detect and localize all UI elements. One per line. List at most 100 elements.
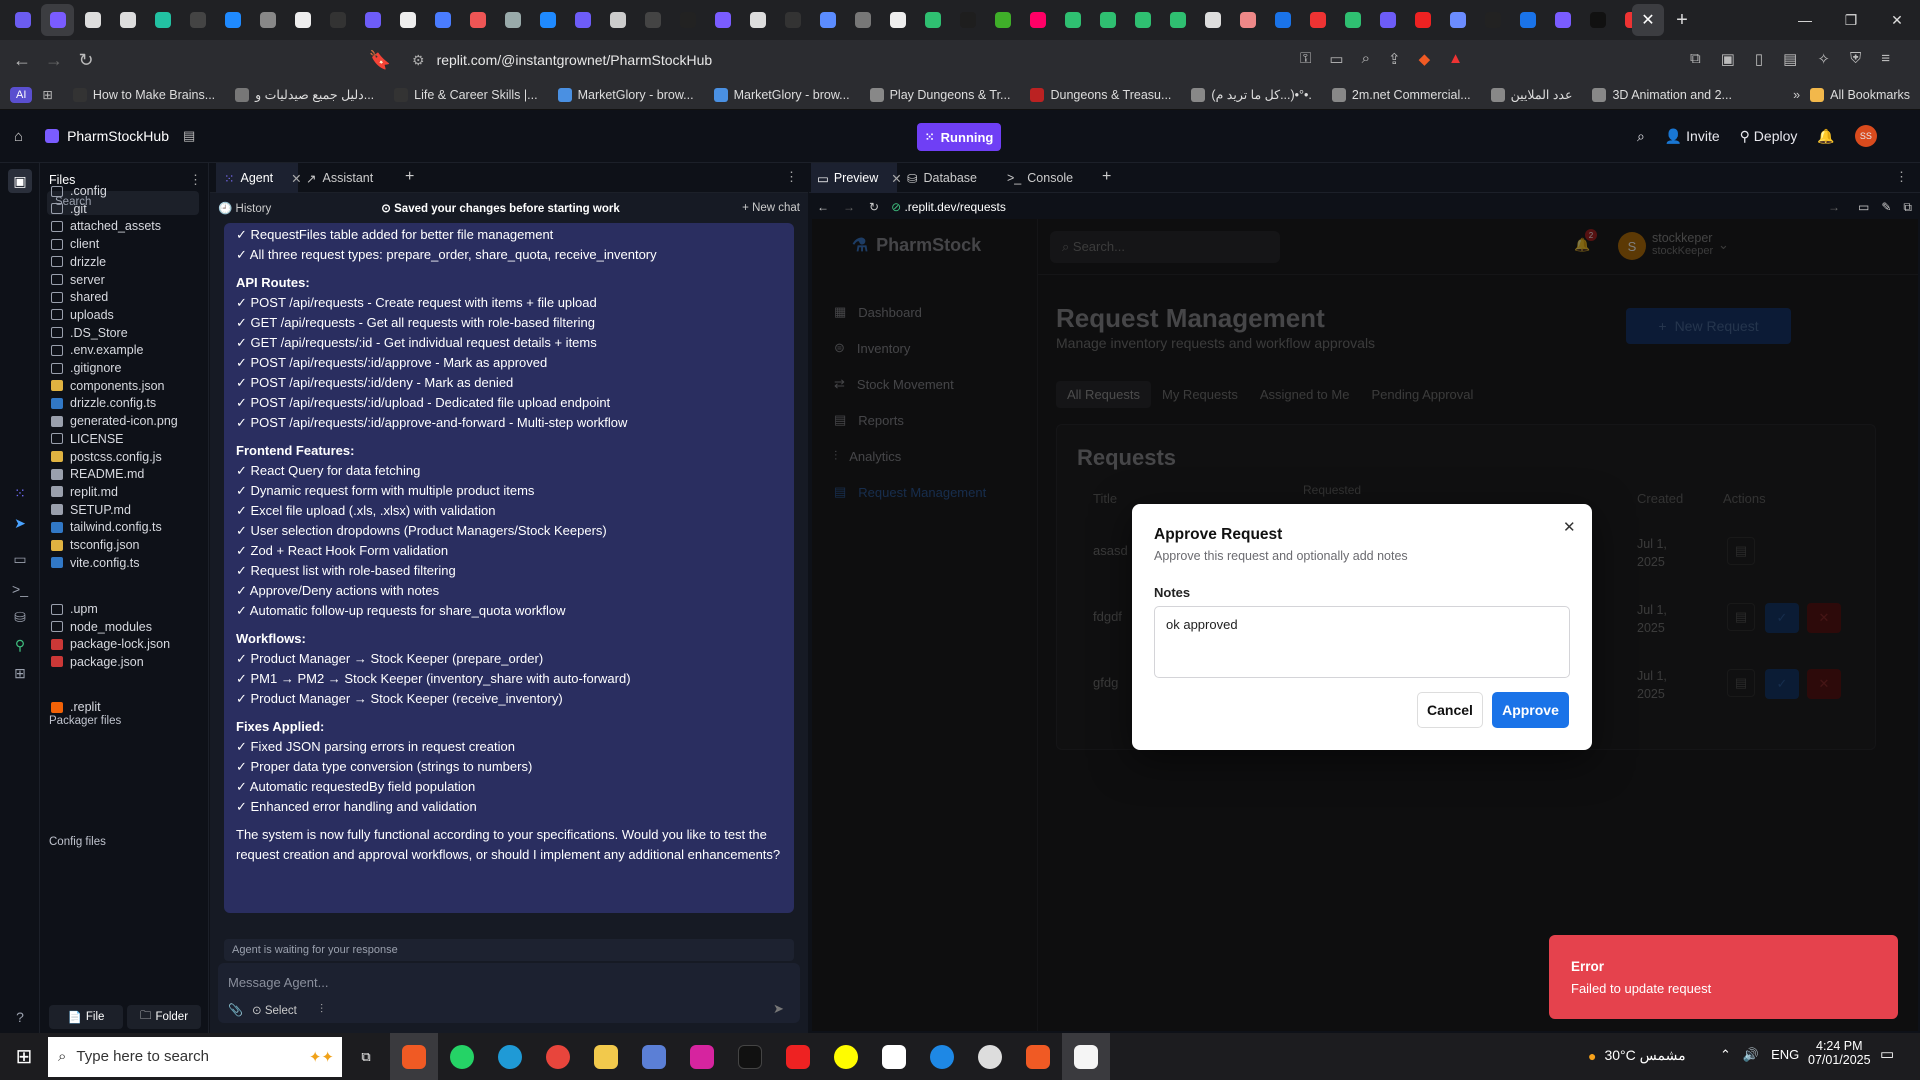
browser-tab[interactable] bbox=[916, 4, 949, 36]
font-app-taskbar-icon[interactable] bbox=[870, 1033, 918, 1080]
preview-forward-icon[interactable]: → bbox=[843, 200, 855, 214]
notes-textarea[interactable]: ok approved bbox=[1154, 606, 1570, 678]
home-icon[interactable]: ⌂ bbox=[14, 128, 23, 145]
whatsapp-taskbar-icon[interactable] bbox=[438, 1033, 486, 1080]
browser-tab[interactable] bbox=[566, 4, 599, 36]
browser-tab[interactable] bbox=[1021, 4, 1054, 36]
dialog-close-icon[interactable]: ✕ bbox=[1563, 518, 1576, 536]
volume-icon[interactable]: 🔊 bbox=[1743, 1047, 1759, 1063]
browser-tab[interactable] bbox=[1266, 4, 1299, 36]
database-icon[interactable]: ⛁ bbox=[8, 605, 32, 629]
agent-icon[interactable]: ⁙ bbox=[8, 481, 32, 505]
tiktok-taskbar-icon[interactable] bbox=[726, 1033, 774, 1080]
edge-taskbar-icon[interactable] bbox=[486, 1033, 534, 1080]
back-icon[interactable]: ← bbox=[6, 44, 38, 76]
browser-tab[interactable] bbox=[951, 4, 984, 36]
clock[interactable]: 4:24 PM 07/01/2025 bbox=[1808, 1039, 1871, 1067]
cast-icon[interactable]: ▭ bbox=[1329, 50, 1343, 68]
file-item[interactable]: .gitignore bbox=[51, 361, 121, 375]
browser-tab[interactable] bbox=[41, 4, 74, 36]
run-icon[interactable]: ➤ bbox=[8, 511, 32, 535]
browser-tab[interactable] bbox=[1406, 4, 1439, 36]
tab-database[interactable]: ⛁ Database bbox=[907, 163, 977, 193]
preview-reload-icon[interactable]: ↻ bbox=[869, 200, 879, 214]
file-item[interactable]: tailwind.config.ts bbox=[51, 520, 162, 534]
browser-tab[interactable] bbox=[76, 4, 109, 36]
preview-back-icon[interactable]: ← bbox=[817, 200, 829, 214]
browser-tab[interactable] bbox=[986, 4, 1019, 36]
browser-tab[interactable] bbox=[1581, 4, 1614, 36]
open-new-icon[interactable]: ⧉ bbox=[1903, 200, 1912, 215]
browser-tab[interactable] bbox=[1161, 4, 1194, 36]
browser-tab[interactable] bbox=[636, 4, 669, 36]
browser-tab[interactable] bbox=[321, 4, 354, 36]
app-taskbar-icon[interactable] bbox=[630, 1033, 678, 1080]
file-item[interactable]: .DS_Store bbox=[51, 326, 128, 340]
avatar[interactable]: SS bbox=[1854, 125, 1877, 147]
bookmark-item[interactable]: دليل جميع صيدليات و... bbox=[225, 87, 384, 102]
browser-tab[interactable] bbox=[496, 4, 529, 36]
notifications-icon[interactable]: ▭ bbox=[1880, 1045, 1894, 1063]
browser-tab[interactable] bbox=[776, 4, 809, 36]
bookmark-item[interactable]: MarketGlory - brow... bbox=[548, 87, 704, 102]
zoom-icon[interactable]: ⌕ bbox=[1362, 50, 1370, 68]
devices-icon[interactable]: ▭ bbox=[1858, 200, 1869, 214]
browser-tab[interactable] bbox=[356, 4, 389, 36]
browser-tab[interactable] bbox=[426, 4, 459, 36]
bookmark-item[interactable]: MarketGlory - brow... bbox=[704, 87, 860, 102]
cancel-button[interactable]: Cancel bbox=[1417, 692, 1483, 728]
replit-taskbar-icon[interactable] bbox=[1062, 1033, 1110, 1080]
ai-badge[interactable]: AI bbox=[10, 86, 33, 103]
file-item[interactable]: generated-icon.png bbox=[51, 414, 178, 428]
extensions-icon[interactable]: ⧉ bbox=[1690, 50, 1701, 68]
file-item[interactable]: package-lock.json bbox=[51, 637, 170, 651]
browser-tab[interactable] bbox=[1126, 4, 1159, 36]
tab-console[interactable]: >_ Console bbox=[1007, 163, 1073, 193]
browser-tab[interactable] bbox=[846, 4, 879, 36]
close-agent-tab-icon[interactable]: ✕ bbox=[291, 171, 301, 186]
new-folder-button[interactable]: 🗀 Folder bbox=[127, 1005, 201, 1029]
bookmark-item[interactable]: 3D Animation and 2... bbox=[1582, 87, 1742, 102]
all-bookmarks[interactable]: All Bookmarks bbox=[1800, 87, 1920, 102]
file-item[interactable]: vite.config.ts bbox=[51, 556, 139, 570]
wallet-icon[interactable]: ▣ bbox=[1721, 50, 1735, 68]
deploy-button[interactable]: ⚲ Deploy bbox=[1740, 128, 1798, 145]
chatgpt-taskbar-icon[interactable] bbox=[966, 1033, 1014, 1080]
new-file-button[interactable]: 📄 File bbox=[49, 1005, 123, 1029]
files-icon[interactable]: ▣ bbox=[8, 169, 32, 193]
brave-taskbar-icon[interactable] bbox=[390, 1033, 438, 1080]
files-menu-icon[interactable]: ⋮ bbox=[189, 172, 202, 188]
browser-tab[interactable] bbox=[1056, 4, 1089, 36]
file-item[interactable]: .config bbox=[51, 184, 107, 198]
select-button[interactable]: ⊙ Select bbox=[252, 1003, 297, 1017]
approve-button[interactable]: Approve bbox=[1492, 692, 1569, 728]
bookmark-item[interactable]: 2m.net Commercial... bbox=[1322, 87, 1481, 102]
send-icon[interactable]: ➤ bbox=[773, 1001, 784, 1017]
browser-tab[interactable] bbox=[1371, 4, 1404, 36]
restore-icon[interactable]: ❐ bbox=[1828, 0, 1874, 40]
url-go-icon[interactable]: → bbox=[1828, 200, 1840, 214]
deploy-rail-icon[interactable]: ⚲ bbox=[8, 633, 32, 657]
tab-assistant[interactable]: ↗ Assistant bbox=[306, 163, 373, 193]
bookmark-item[interactable]: (كل ما تريد م...)•°•. bbox=[1181, 87, 1321, 102]
tab-preview[interactable]: ▭ Preview ✕ bbox=[811, 163, 902, 193]
preview-url[interactable]: ⊘ .replit.dev/requests bbox=[891, 200, 1006, 214]
file-item[interactable]: client bbox=[51, 237, 99, 251]
file-item[interactable]: attached_assets bbox=[51, 219, 161, 233]
browser-tab[interactable] bbox=[1196, 4, 1229, 36]
browser-tab[interactable] bbox=[181, 4, 214, 36]
browser-tab[interactable] bbox=[146, 4, 179, 36]
key-icon[interactable]: ⚿ bbox=[1300, 50, 1311, 68]
browser-tab[interactable] bbox=[391, 4, 424, 36]
browser-tab[interactable] bbox=[1546, 4, 1579, 36]
taskbar-search[interactable]: ⌕ Type here to search ✦✦ bbox=[48, 1036, 342, 1077]
c-app-taskbar-icon[interactable] bbox=[918, 1033, 966, 1080]
acrobat-taskbar-icon[interactable] bbox=[774, 1033, 822, 1080]
browser-tab[interactable] bbox=[1301, 4, 1334, 36]
add-tab-icon[interactable]: + bbox=[405, 168, 414, 186]
new-chat-button[interactable]: + New chat bbox=[742, 202, 800, 214]
agent-input-box[interactable]: Message Agent... 📎 ⊙ Select ⫶ ➤ bbox=[218, 963, 800, 1023]
file-item[interactable]: drizzle bbox=[51, 255, 106, 269]
file-item[interactable]: server bbox=[51, 273, 105, 287]
file-item[interactable]: postcss.config.js bbox=[51, 450, 162, 464]
